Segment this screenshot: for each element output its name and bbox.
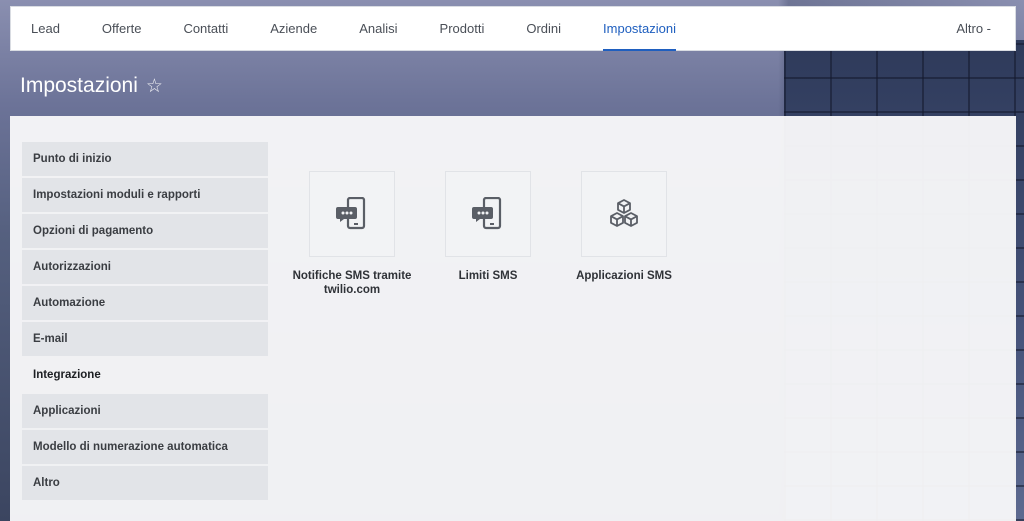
sidebar-item-email[interactable]: E-mail	[22, 322, 268, 356]
top-navigation: Lead Offerte Contatti Aziende Analisi Pr…	[10, 6, 1016, 51]
sidebar-item-autorizzazioni[interactable]: Autorizzazioni	[22, 250, 268, 284]
tile-icon-box[interactable]	[445, 171, 531, 257]
sidebar-item-integrazione[interactable]: Integrazione	[22, 358, 268, 392]
tile-icon-box[interactable]	[309, 171, 395, 257]
tile-label[interactable]: Notifiche SMS tramite twilio.com	[284, 269, 420, 297]
main-panel: Punto di inizio Impostazioni moduli e ra…	[10, 116, 1016, 521]
nav-item-aziende[interactable]: Aziende	[249, 6, 338, 51]
page-title: Impostazioni	[20, 74, 138, 97]
sms-phone-icon	[472, 197, 502, 230]
sms-phone-icon	[336, 197, 366, 230]
nav-item-impostazioni[interactable]: Impostazioni	[582, 6, 697, 51]
nav-item-contatti[interactable]: Contatti	[162, 6, 249, 51]
cubes-icon	[610, 199, 638, 227]
sidebar-item-altro[interactable]: Altro	[22, 466, 268, 500]
sidebar-item-impostazioni-moduli[interactable]: Impostazioni moduli e rapporti	[22, 178, 268, 212]
nav-item-ordini[interactable]: Ordini	[505, 6, 582, 51]
settings-sidebar: Punto di inizio Impostazioni moduli e ra…	[22, 142, 268, 502]
page-header: Impostazioni ☆	[20, 70, 163, 102]
tile-notifiche-sms[interactable]: Notifiche SMS tramite twilio.com	[284, 171, 420, 297]
sidebar-item-modello-numerazione[interactable]: Modello di numerazione automatica	[22, 430, 268, 464]
sidebar-item-automazione[interactable]: Automazione	[22, 286, 268, 320]
nav-item-offerte[interactable]: Offerte	[81, 6, 163, 51]
sidebar-item-opzioni-pagamento[interactable]: Opzioni di pagamento	[22, 214, 268, 248]
nav-item-lead[interactable]: Lead	[11, 6, 81, 51]
nav-item-prodotti[interactable]: Prodotti	[419, 6, 506, 51]
sidebar-item-applicazioni[interactable]: Applicazioni	[22, 394, 268, 428]
integration-tiles: Notifiche SMS tramite twilio.com Limiti …	[284, 171, 692, 297]
tile-icon-box[interactable]	[581, 171, 667, 257]
tile-label[interactable]: Limiti SMS	[420, 269, 556, 283]
tile-limiti-sms[interactable]: Limiti SMS	[420, 171, 556, 297]
nav-item-analisi[interactable]: Analisi	[338, 6, 418, 51]
star-outline-icon[interactable]: ☆	[146, 75, 163, 98]
tile-applicazioni-sms[interactable]: Applicazioni SMS	[556, 171, 692, 297]
tile-label[interactable]: Applicazioni SMS	[556, 269, 692, 283]
sidebar-item-punto-di-inizio[interactable]: Punto di inizio	[22, 142, 268, 176]
nav-more-menu[interactable]: Altro -	[935, 6, 1015, 51]
